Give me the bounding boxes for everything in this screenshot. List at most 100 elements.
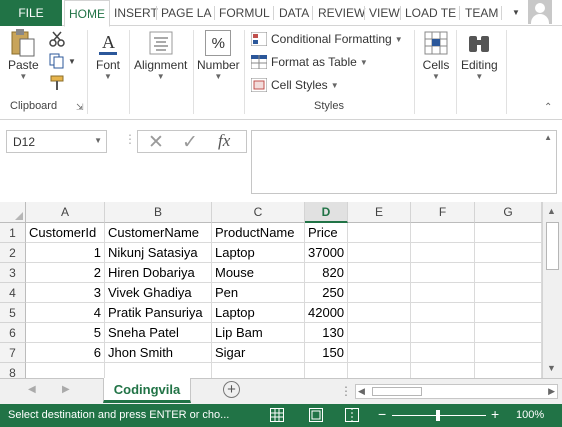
format-as-table-button[interactable]: Format as Table ▼ (250, 54, 368, 70)
cell-header-customerid[interactable]: CustomerId (26, 223, 105, 243)
cell-price[interactable]: 130 (305, 323, 348, 343)
name-box[interactable]: D12 ▼ (6, 130, 107, 153)
cell-empty[interactable] (475, 343, 542, 363)
tab-team[interactable]: TEAM (461, 0, 502, 26)
cell-empty[interactable] (348, 323, 411, 343)
tab-load-test[interactable]: LOAD TE (401, 0, 460, 26)
cell-empty[interactable] (305, 363, 348, 378)
cell-customername[interactable]: Jhon Smith (105, 343, 212, 363)
cancel-icon[interactable]: ✕ (148, 131, 164, 154)
format-painter-icon[interactable] (48, 74, 66, 92)
cell-empty[interactable] (348, 243, 411, 263)
column-header-a[interactable]: A (26, 202, 105, 223)
cell-price[interactable]: 150 (305, 343, 348, 363)
cell-productname[interactable]: Laptop (212, 243, 305, 263)
cell-customerid[interactable]: 3 (26, 283, 105, 303)
scroll-right-icon[interactable]: ▶ (548, 386, 555, 397)
cell-productname[interactable]: Mouse (212, 263, 305, 283)
zoom-slider-thumb[interactable] (436, 410, 440, 421)
cell-empty[interactable] (411, 363, 475, 378)
tab-home[interactable]: HOME (64, 0, 110, 27)
number-button[interactable]: % Number ▼ (197, 28, 240, 81)
row-header[interactable]: 3 (0, 263, 26, 283)
cell-customerid[interactable]: 5 (26, 323, 105, 343)
tab-page-layout[interactable]: PAGE LA (157, 0, 215, 26)
cell-price[interactable]: 42000 (305, 303, 348, 323)
cell-styles-button[interactable]: Cell Styles ▼ (250, 77, 339, 93)
cell-empty[interactable] (212, 363, 305, 378)
ribbon-options-icon[interactable]: ▼ (512, 8, 520, 17)
cell-price[interactable]: 37000 (305, 243, 348, 263)
cell-empty[interactable] (475, 323, 542, 343)
cut-icon[interactable] (48, 30, 66, 48)
select-all-button[interactable] (0, 202, 26, 223)
tab-review[interactable]: REVIEW (314, 0, 369, 26)
cell-productname[interactable]: Pen (212, 283, 305, 303)
cell-empty[interactable] (475, 303, 542, 323)
copy-dropdown-icon[interactable]: ▼ (68, 57, 76, 66)
zoom-in-icon[interactable]: + (491, 406, 499, 422)
scroll-left-icon[interactable]: ◀ (358, 386, 365, 397)
cell-customerid[interactable]: 6 (26, 343, 105, 363)
cell-empty[interactable] (411, 263, 475, 283)
cell-customername[interactable]: Sneha Patel (105, 323, 212, 343)
cell-empty[interactable] (348, 343, 411, 363)
tab-data[interactable]: DATA (275, 0, 313, 26)
column-header-c[interactable]: C (212, 202, 305, 223)
column-header-d[interactable]: D (305, 202, 348, 223)
tab-formulas[interactable]: FORMUL (215, 0, 274, 26)
cells-button[interactable]: Cells ▼ (421, 28, 451, 81)
cell-empty[interactable] (348, 283, 411, 303)
clipboard-launcher-icon[interactable]: ⇲ (76, 102, 84, 113)
copy-icon[interactable] (48, 52, 66, 70)
cell-price[interactable]: 250 (305, 283, 348, 303)
row-header[interactable]: 5 (0, 303, 26, 323)
cell-empty[interactable] (475, 363, 542, 378)
column-header-f[interactable]: F (411, 202, 475, 223)
cell-empty[interactable] (411, 303, 475, 323)
cell-productname[interactable]: Lip Bam (212, 323, 305, 343)
cell-price[interactable]: 820 (305, 263, 348, 283)
row-header[interactable]: 1 (0, 223, 26, 243)
row-header[interactable]: 4 (0, 283, 26, 303)
cell-productname[interactable]: Laptop (212, 303, 305, 323)
cell-empty[interactable] (411, 223, 475, 243)
column-header-e[interactable]: E (348, 202, 411, 223)
cell-empty[interactable] (348, 263, 411, 283)
expand-formula-bar-icon[interactable]: ▲ (544, 133, 552, 142)
tab-view[interactable]: VIEW (365, 0, 404, 26)
cell-header-productname[interactable]: ProductName (212, 223, 305, 243)
row-header[interactable]: 7 (0, 343, 26, 363)
next-sheet-icon[interactable]: ▶ (62, 384, 70, 395)
alignment-button[interactable]: Alignment ▼ (134, 28, 187, 81)
cell-empty[interactable] (411, 343, 475, 363)
row-header[interactable]: 6 (0, 323, 26, 343)
cell-customername[interactable]: Hiren Dobariya (105, 263, 212, 283)
cell-customername[interactable]: Vivek Ghadiya (105, 283, 212, 303)
cell-customerid[interactable]: 4 (26, 303, 105, 323)
conditional-formatting-button[interactable]: Conditional Formatting ▼ (250, 31, 403, 47)
cell-empty[interactable] (475, 223, 542, 243)
row-header[interactable]: 8 (0, 363, 26, 378)
account-avatar-icon[interactable] (528, 0, 552, 24)
page-break-view-icon[interactable] (345, 408, 359, 425)
zoom-out-icon[interactable]: − (378, 406, 386, 422)
tab-file[interactable]: FILE (0, 0, 62, 26)
horizontal-scrollbar[interactable]: ◀ ▶ (355, 384, 558, 399)
row-header[interactable]: 2 (0, 243, 26, 263)
editing-button[interactable]: Editing ▼ (461, 28, 498, 81)
vertical-scroll-thumb[interactable] (546, 222, 559, 270)
cell-customername[interactable]: Pratik Pansuriya (105, 303, 212, 323)
normal-view-icon[interactable] (270, 408, 284, 425)
cell-customerid[interactable]: 1 (26, 243, 105, 263)
new-sheet-icon[interactable]: + (223, 381, 240, 398)
cell-empty[interactable] (411, 283, 475, 303)
sheet-tab-codingvila[interactable]: Codingvila (103, 378, 191, 403)
cell-customerid[interactable]: 2 (26, 263, 105, 283)
horizontal-scroll-thumb[interactable] (372, 387, 422, 396)
enter-check-icon[interactable]: ✓ (182, 131, 198, 154)
worksheet-grid[interactable]: A B C D E F G 1 2 3 4 5 6 7 8 CustomerId… (0, 202, 562, 378)
scroll-up-icon[interactable]: ▲ (547, 206, 556, 216)
cell-empty[interactable] (348, 363, 411, 378)
cell-customername[interactable]: Nikunj Satasiya (105, 243, 212, 263)
